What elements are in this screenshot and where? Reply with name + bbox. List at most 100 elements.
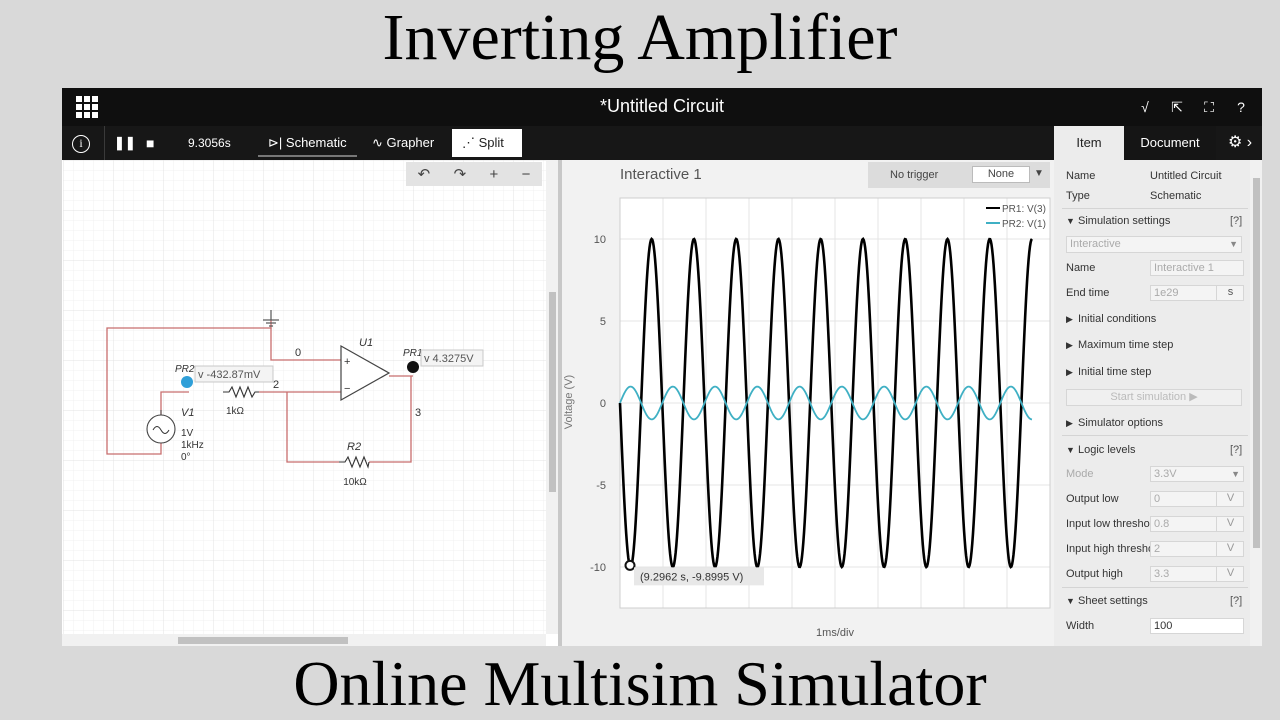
- tab-item[interactable]: Item: [1054, 126, 1124, 160]
- pause-button[interactable]: ❚❚: [114, 126, 136, 160]
- schematic-horizontal-scrollbar[interactable]: [62, 634, 546, 646]
- start-sim-row: Start simulation ▶: [1066, 387, 1246, 407]
- undo-icon[interactable]: ↶: [418, 165, 431, 183]
- schematic-vertical-scrollbar[interactable]: [546, 160, 558, 634]
- wave-icon: ∿: [372, 135, 383, 150]
- label-v1: V1: [181, 407, 194, 419]
- probe-pr1-readout: v 4.3275V: [424, 353, 474, 365]
- scroll-thumb[interactable]: [1253, 178, 1260, 548]
- zoom-in-icon[interactable]: +: [489, 166, 498, 183]
- logic-mode-row: Mode 3.3V ▼: [1066, 464, 1246, 484]
- help-link[interactable]: [?]: [1230, 591, 1242, 611]
- info-button[interactable]: i: [72, 126, 92, 160]
- graph-title: Interactive 1: [620, 166, 702, 183]
- document-title-text: Untitled Circuit: [606, 96, 725, 116]
- zoom-out-icon[interactable]: −: [522, 166, 531, 183]
- probe-pr2-readout: v -432.87mV: [198, 369, 261, 381]
- grapher-panel: 10 5 0 -5 -10 Voltage (V) 1ms/div PR1: V(3) P…: [562, 160, 1054, 646]
- section-simulator-options[interactable]: ▶ Simulator options: [1066, 413, 1246, 433]
- tab-schematic[interactable]: ⊳| Schematic: [258, 129, 357, 157]
- stop-button[interactable]: ■: [146, 126, 154, 160]
- chevron-down-icon: ▼: [1066, 216, 1075, 226]
- opamp-plus-sign: +: [344, 356, 350, 368]
- section-logic-levels[interactable]: ▼ Logic levels [?]: [1066, 440, 1246, 460]
- prop-label: Output high: [1066, 568, 1123, 580]
- section-simulation-settings[interactable]: ▼ Simulation settings [?]: [1066, 211, 1246, 231]
- sqrt-icon[interactable]: √: [1136, 99, 1154, 115]
- section-initial-conditions[interactable]: ▶ Initial conditions: [1066, 309, 1246, 329]
- section-max-time-step[interactable]: ▶ Maximum time step: [1066, 335, 1246, 355]
- scroll-thumb[interactable]: [178, 637, 348, 644]
- prop-label: Name: [1066, 170, 1096, 182]
- title-bar: *Untitled Circuit √ ⇱ ⛶ ?: [62, 88, 1262, 126]
- scroll-thumb[interactable]: [549, 292, 556, 492]
- titlebar-icons: √ ⇱ ⛶ ?: [1136, 88, 1250, 126]
- section-title: Sheet settings: [1078, 595, 1148, 607]
- sim-mode-select[interactable]: Interactive ▼: [1066, 236, 1242, 253]
- chevron-down-icon[interactable]: ▼: [1034, 168, 1044, 179]
- label-v1-frequency: 1kHz: [181, 440, 204, 451]
- chevron-down-icon: ▼: [1231, 469, 1240, 479]
- help-link[interactable]: [?]: [1230, 211, 1242, 231]
- chevron-right-icon: ▶: [1066, 367, 1073, 377]
- tab-grapher-label: Grapher: [386, 135, 435, 150]
- tab-schematic-label: Schematic: [285, 135, 347, 150]
- input-high-row: Input high threshold 2 V: [1066, 539, 1246, 559]
- section-initial-time-step[interactable]: ▶ Initial time step: [1066, 362, 1246, 382]
- input-low-row: Input low threshold 0.8 V: [1066, 514, 1246, 534]
- help-link[interactable]: [?]: [1230, 440, 1242, 460]
- start-simulation-button[interactable]: Start simulation ▶: [1066, 389, 1242, 406]
- label-u1: U1: [359, 337, 373, 349]
- redo-icon[interactable]: ↷: [454, 165, 467, 183]
- prop-label: Input high threshold: [1066, 543, 1163, 555]
- share-icon[interactable]: ⇱: [1168, 99, 1186, 116]
- trigger-label: No trigger: [890, 169, 939, 181]
- divider: [1062, 208, 1248, 209]
- chevron-right-icon: ▶: [1066, 314, 1073, 324]
- prop-label: Mode: [1066, 468, 1094, 480]
- prop-label: End time: [1066, 287, 1110, 299]
- label-pr1: PR1: [403, 348, 422, 359]
- banner-title: Inverting Amplifier: [382, 1, 898, 74]
- grapher-plot[interactable]: 10 5 0 -5 -10 Voltage (V) 1ms/div PR1: V(3) P…: [562, 160, 1054, 646]
- divider: [1062, 435, 1248, 436]
- help-icon[interactable]: ?: [1232, 99, 1250, 115]
- unit-label: V: [1216, 566, 1244, 582]
- info-icon: i: [72, 135, 90, 153]
- y-tick-label: -5: [596, 480, 606, 492]
- sim-name-field[interactable]: Interactive 1: [1150, 260, 1244, 276]
- trigger-select[interactable]: None: [972, 166, 1030, 183]
- logic-mode-select[interactable]: 3.3V ▼: [1150, 466, 1244, 482]
- label-r2: R2: [347, 441, 361, 453]
- fullscreen-icon[interactable]: ⛶: [1200, 99, 1218, 116]
- gear-icon[interactable]: ⚙ ›: [1220, 126, 1260, 160]
- y-tick-label: 5: [600, 316, 606, 328]
- chevron-down-icon: ▼: [1066, 445, 1075, 455]
- label-net3: 3: [415, 407, 421, 419]
- unit-label: V: [1216, 516, 1244, 532]
- cursor-readout: (9.2962 s, -9.8995 V): [640, 571, 743, 583]
- tab-grapher[interactable]: ∿ Grapher: [362, 129, 444, 157]
- label-v1-amplitude: 1V: [181, 428, 194, 439]
- unsaved-marker: *: [599, 96, 607, 116]
- prop-name-row: Name Untitled Circuit: [1066, 166, 1246, 186]
- prop-label: Output low: [1066, 493, 1119, 505]
- tab-split[interactable]: ⋰ Split: [452, 129, 522, 157]
- label-r2-value: 10kΩ: [343, 477, 367, 488]
- unit-label: s: [1216, 285, 1244, 301]
- zoom-toolbar: ↶ ↷ + −: [406, 162, 542, 186]
- sheet-width-field[interactable]: 100: [1150, 618, 1244, 634]
- y-tick-label: -10: [590, 562, 606, 574]
- section-sheet-settings[interactable]: ▼ Sheet settings [?]: [1066, 591, 1246, 611]
- schematic-canvas[interactable]: + − U1 0 2 3 1kΩ R2 10kΩ V1 1V 1kHz 0° P…: [62, 160, 558, 646]
- prop-label: Name: [1066, 262, 1096, 274]
- prop-label: Type: [1066, 190, 1090, 202]
- unit-label: V: [1216, 491, 1244, 507]
- properties-scrollbar[interactable]: [1250, 160, 1262, 646]
- section-title: Simulation settings: [1078, 215, 1171, 227]
- label-v1-phase: 0°: [181, 452, 191, 463]
- tab-document[interactable]: Document: [1124, 126, 1216, 160]
- prop-value: Untitled Circuit: [1150, 170, 1222, 182]
- legend-entry: PR2: V(1): [1002, 219, 1046, 230]
- end-time-row: End time 1e29 s: [1066, 283, 1246, 303]
